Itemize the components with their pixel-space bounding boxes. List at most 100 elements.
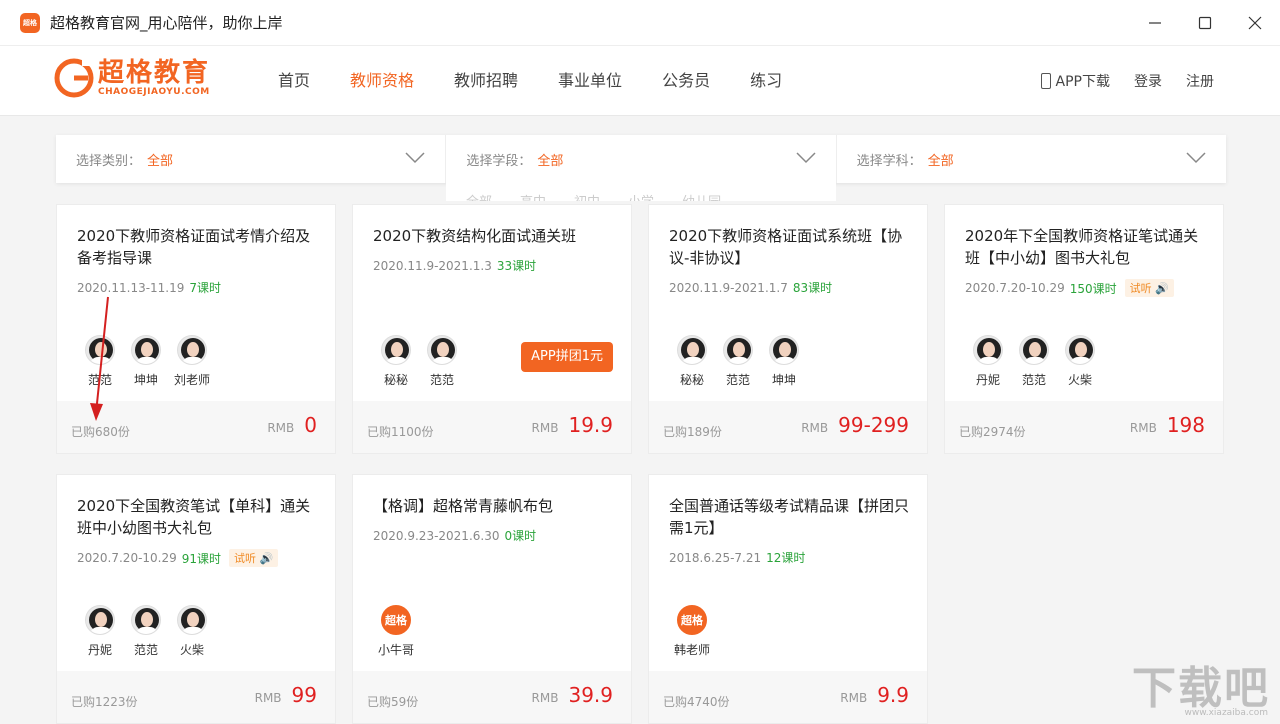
avatar: [769, 335, 799, 365]
logo-text: 超格教育 CHAOGEJIAOYU.COM: [98, 59, 210, 97]
currency-label: RMB: [255, 691, 282, 705]
nav-item[interactable]: 公务员: [644, 46, 728, 116]
teacher-name: 范范: [134, 641, 158, 658]
teacher: 坤坤: [761, 335, 807, 388]
subject-filter[interactable]: 选择学科： 全部: [837, 135, 1226, 183]
price: RMB198: [1130, 413, 1205, 437]
teacher-name: 秘秘: [384, 371, 408, 388]
window-title: 超格教育官网_用心陪伴，助你上岸: [50, 12, 283, 33]
course-title: 2020年下全国教师资格证笔试通关班【中小幼】图书大礼包: [965, 225, 1210, 269]
course-lessons: 150课时: [1070, 280, 1117, 297]
teacher: 火柴: [1057, 335, 1103, 388]
app-icon: 超格: [20, 13, 40, 33]
logo-mark-icon: [54, 58, 94, 98]
filter-label: 选择学科：: [857, 150, 922, 169]
course-meta: 2020.11.13-11.197课时: [77, 279, 221, 296]
teacher-list: 超格韩老师: [669, 605, 715, 658]
filter-value: 全部: [147, 150, 173, 169]
nav-item[interactable]: 练习: [732, 46, 800, 116]
teacher: 范范: [1011, 335, 1057, 388]
price: RMB19.9: [532, 413, 613, 437]
sold-count: 已购1223份: [71, 693, 138, 710]
course-lessons: 12课时: [766, 549, 805, 566]
course-card[interactable]: 全国普通话等级考试精品课【拼团只需1元】2018.6.25-7.2112课时超格…: [648, 474, 928, 724]
trial-badge[interactable]: 试听 🔊: [229, 549, 278, 567]
course-lessons: 7课时: [189, 279, 221, 296]
price: RMB 39.9: [532, 683, 613, 707]
teacher-name: 火柴: [180, 641, 204, 658]
teacher-name: 范范: [1022, 371, 1046, 388]
site-logo[interactable]: 超格教育 CHAOGEJIAOYU.COM: [54, 58, 210, 98]
teacher-name: 范范: [726, 371, 750, 388]
stage-option[interactable]: 幼儿园: [682, 195, 721, 201]
stage-filter[interactable]: 选择学段： 全部: [446, 135, 836, 183]
course-card[interactable]: 2020下教资结构化面试通关班 2020.11.9-2021.1.333课时秘秘 范…: [352, 204, 632, 454]
price-value: 99-299: [838, 413, 909, 437]
teacher: 范范: [123, 605, 169, 658]
price-value: 99: [292, 683, 317, 707]
currency-label: RMB: [267, 421, 294, 435]
avatar: [677, 335, 707, 365]
teacher: 秘秘: [373, 335, 419, 388]
category-filter[interactable]: 选择类别： 全部: [56, 135, 446, 183]
course-card[interactable]: 2020下教师资格证面试系统班【协议-非协议】2020.11.9-2021.1.…: [648, 204, 928, 454]
chevron-down-icon: [405, 151, 425, 165]
filter-value: 全部: [537, 150, 563, 169]
app-download-link[interactable]: APP下载: [1041, 71, 1110, 91]
maximize-button[interactable]: [1180, 0, 1230, 46]
logo-en: CHAOGEJIAOYU.COM: [98, 87, 210, 97]
price-value: 0: [304, 413, 317, 437]
group-buy-button[interactable]: APP拼团1元: [521, 342, 613, 372]
stage-option[interactable]: 初中: [574, 195, 600, 201]
course-meta: 2020.11.9-2021.1.333课时: [373, 257, 536, 274]
course-card[interactable]: 2020年下全国教师资格证笔试通关班【中小幼】图书大礼包2020.7.20-10…: [944, 204, 1224, 454]
nav-item[interactable]: 首页: [260, 46, 328, 116]
teacher-list: 超格小牛哥: [373, 605, 419, 658]
price: RMB99-299: [801, 413, 909, 437]
chevron-down-icon: [796, 151, 816, 165]
teacher: 刘老师: [169, 335, 215, 388]
nav-item[interactable]: 教师资格: [332, 46, 432, 116]
avatar: 超格: [677, 605, 707, 635]
course-card[interactable]: 【格调】超格常青藤帆布包2020.9.23-2021.6.300课时超格小牛哥已…: [352, 474, 632, 724]
window-controls: [1130, 0, 1280, 46]
teacher-list: 丹妮 范范 火柴: [965, 335, 1103, 388]
trial-badge[interactable]: 试听 🔊: [1125, 279, 1174, 297]
course-title: 2020下教资结构化面试通关班: [373, 225, 618, 247]
teacher-name: 坤坤: [772, 371, 796, 388]
teacher-name: 坤坤: [134, 371, 158, 388]
course-card[interactable]: 2020下全国教资笔试【单科】通关班中小幼图书大礼包 2020.7.20-10.2…: [56, 474, 336, 724]
price-value: 19.9: [568, 413, 613, 437]
minimize-button[interactable]: [1130, 0, 1180, 46]
teacher-name: 刘老师: [174, 371, 210, 388]
teacher: 范范: [419, 335, 465, 388]
nav-item[interactable]: 教师招聘: [436, 46, 536, 116]
avatar: [381, 335, 411, 365]
avatar: [723, 335, 753, 365]
stage-option[interactable]: 全部: [466, 195, 492, 201]
stage-option[interactable]: 高中: [520, 195, 546, 201]
course-meta: 2018.6.25-7.2112课时: [669, 549, 805, 566]
price-value: 39.9: [568, 683, 613, 707]
login-link[interactable]: 登录: [1134, 71, 1162, 91]
close-button[interactable]: [1230, 0, 1280, 46]
course-title: 2020下全国教资笔试【单科】通关班中小幼图书大礼包: [77, 495, 322, 539]
course-title: 【格调】超格常青藤帆布包: [373, 495, 618, 517]
teacher-name: 范范: [430, 371, 454, 388]
nav-item[interactable]: 事业单位: [540, 46, 640, 116]
currency-label: RMB: [532, 691, 559, 705]
teacher-name: 丹妮: [976, 371, 1000, 388]
avatar: [177, 605, 207, 635]
window-titlebar: 超格 超格教育官网_用心陪伴，助你上岸: [0, 0, 1280, 46]
stage-option[interactable]: 小学: [628, 195, 654, 201]
teacher-name: 火柴: [1068, 371, 1092, 388]
filter-label: 选择学段：: [466, 150, 531, 169]
course-lessons: 33课时: [497, 257, 536, 274]
course-meta: 2020.9.23-2021.6.300课时: [373, 527, 536, 544]
teacher-list: 丹妮范范火柴: [77, 605, 215, 658]
avatar: [177, 335, 207, 365]
register-link[interactable]: 注册: [1186, 71, 1214, 91]
course-meta: 2020.7.20-10.2991课时试听 🔊: [77, 549, 278, 567]
watermark: 下载吧: [1132, 652, 1270, 716]
avatar: [1065, 335, 1095, 365]
